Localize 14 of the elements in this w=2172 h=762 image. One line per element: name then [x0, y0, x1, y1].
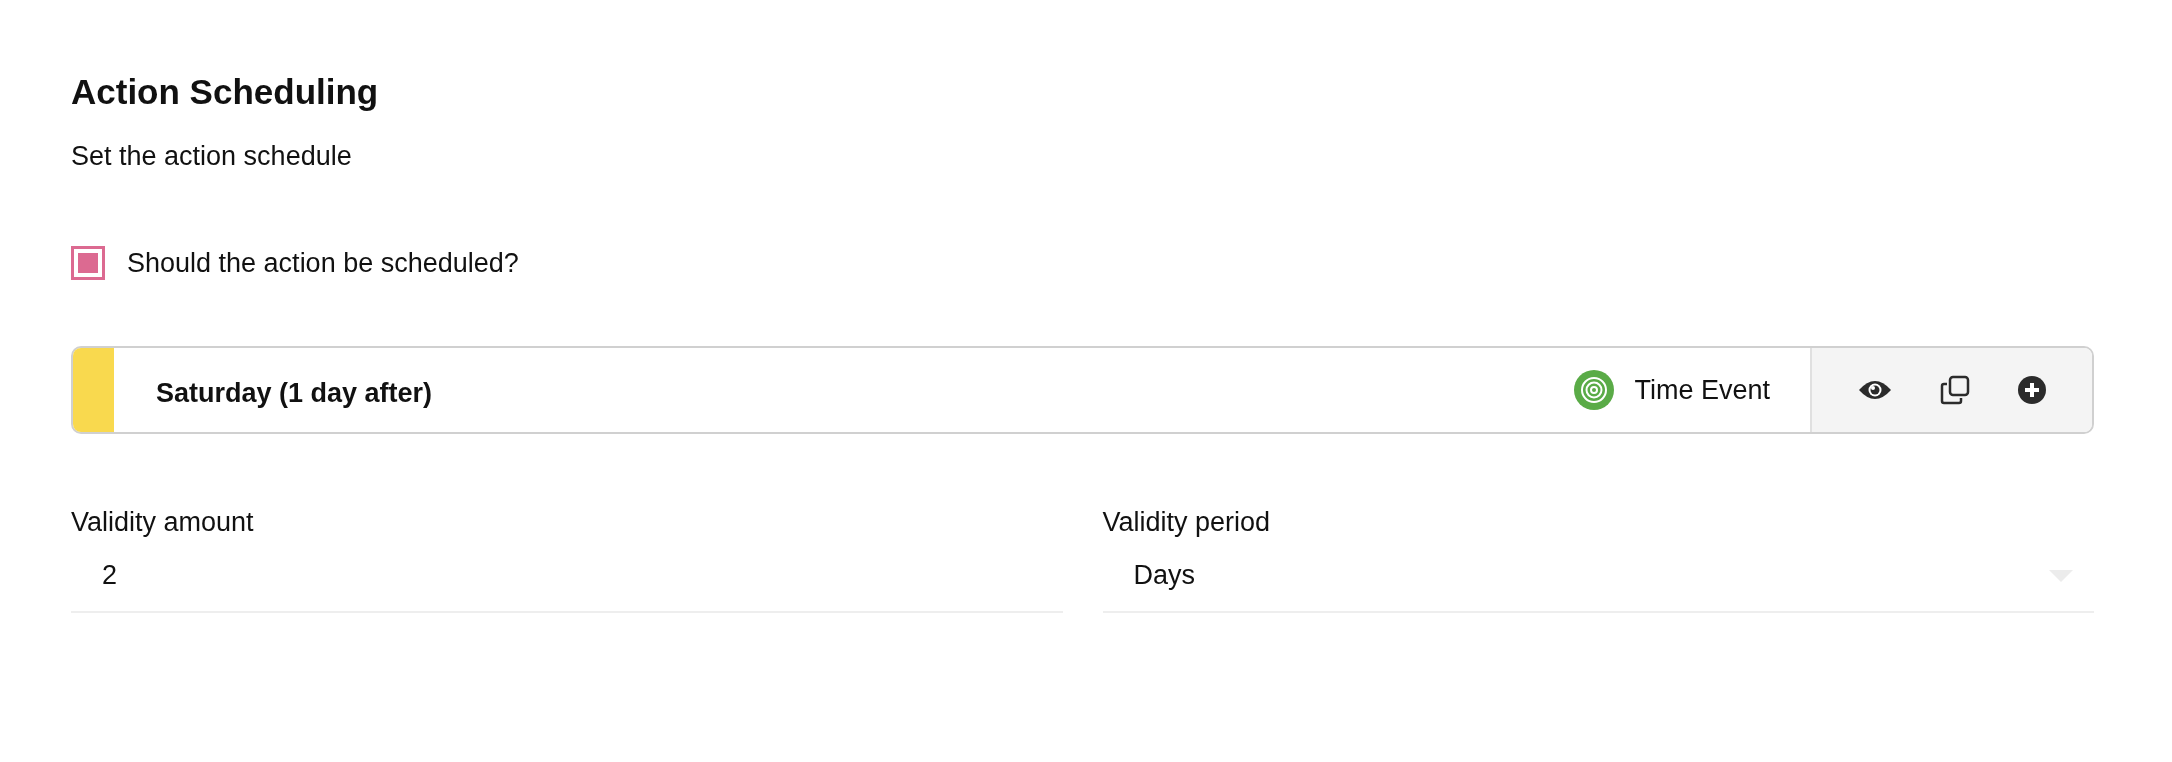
copy-icon[interactable] [1940, 375, 1970, 405]
event-title: Saturday (1 day after) [156, 376, 434, 409]
field-label: Validity period [1102, 506, 1272, 539]
checkbox-label: Should the action be scheduled? [127, 247, 519, 279]
section-subtitle: Set the action schedule [71, 140, 353, 173]
amount-field[interactable]: 2 [71, 540, 1063, 613]
section-title: Action Scheduling [71, 71, 380, 113]
event-type-label: Time Event [1634, 374, 1770, 406]
period-select[interactable]: Days [1102, 540, 2094, 613]
target-icon [1574, 370, 1615, 410]
field-label: Validity amount [71, 506, 255, 539]
schedule-checkbox[interactable] [71, 246, 105, 280]
eye-icon[interactable] [1858, 378, 1892, 402]
add-icon[interactable] [2018, 376, 2046, 404]
